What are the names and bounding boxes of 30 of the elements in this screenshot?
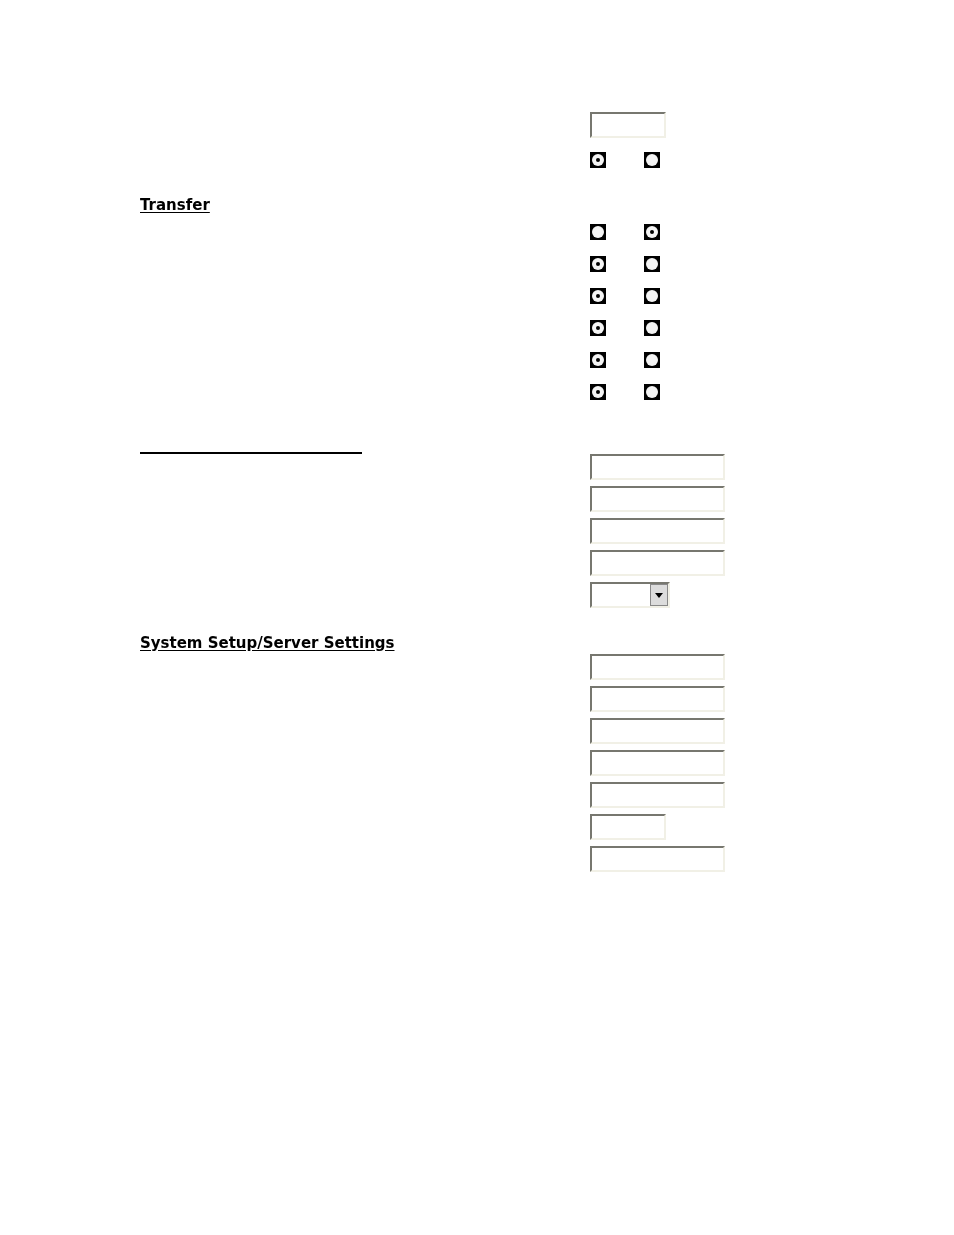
radio-button[interactable]	[590, 384, 606, 400]
section-heading: System Setup/Server Settings	[140, 632, 395, 654]
text-field[interactable]	[590, 686, 725, 712]
text-field[interactable]	[590, 550, 725, 576]
text-field[interactable]	[590, 654, 725, 680]
text-field[interactable]	[590, 782, 725, 808]
radio-button[interactable]	[590, 256, 606, 272]
text-field[interactable]	[590, 750, 725, 776]
radio-button[interactable]	[644, 224, 660, 240]
text-field[interactable]	[590, 814, 666, 840]
radio-button[interactable]	[590, 320, 606, 336]
radio-button[interactable]	[590, 288, 606, 304]
radio-button[interactable]	[644, 256, 660, 272]
text-field[interactable]	[590, 454, 725, 480]
radio-button[interactable]	[644, 288, 660, 304]
text-field[interactable]	[590, 846, 725, 872]
radio-button[interactable]	[644, 152, 660, 168]
section-heading: Transfer	[140, 194, 210, 216]
radio-button[interactable]	[644, 320, 660, 336]
radio-button[interactable]	[644, 352, 660, 368]
caret-icon	[650, 584, 668, 606]
dropdown-field[interactable]	[590, 582, 670, 608]
text-field[interactable]	[590, 112, 666, 138]
radio-button[interactable]	[644, 384, 660, 400]
radio-button[interactable]	[590, 224, 606, 240]
radio-button[interactable]	[590, 152, 606, 168]
text-field[interactable]	[590, 518, 725, 544]
radio-button[interactable]	[590, 352, 606, 368]
text-field[interactable]	[590, 486, 725, 512]
text-field[interactable]	[590, 718, 725, 744]
